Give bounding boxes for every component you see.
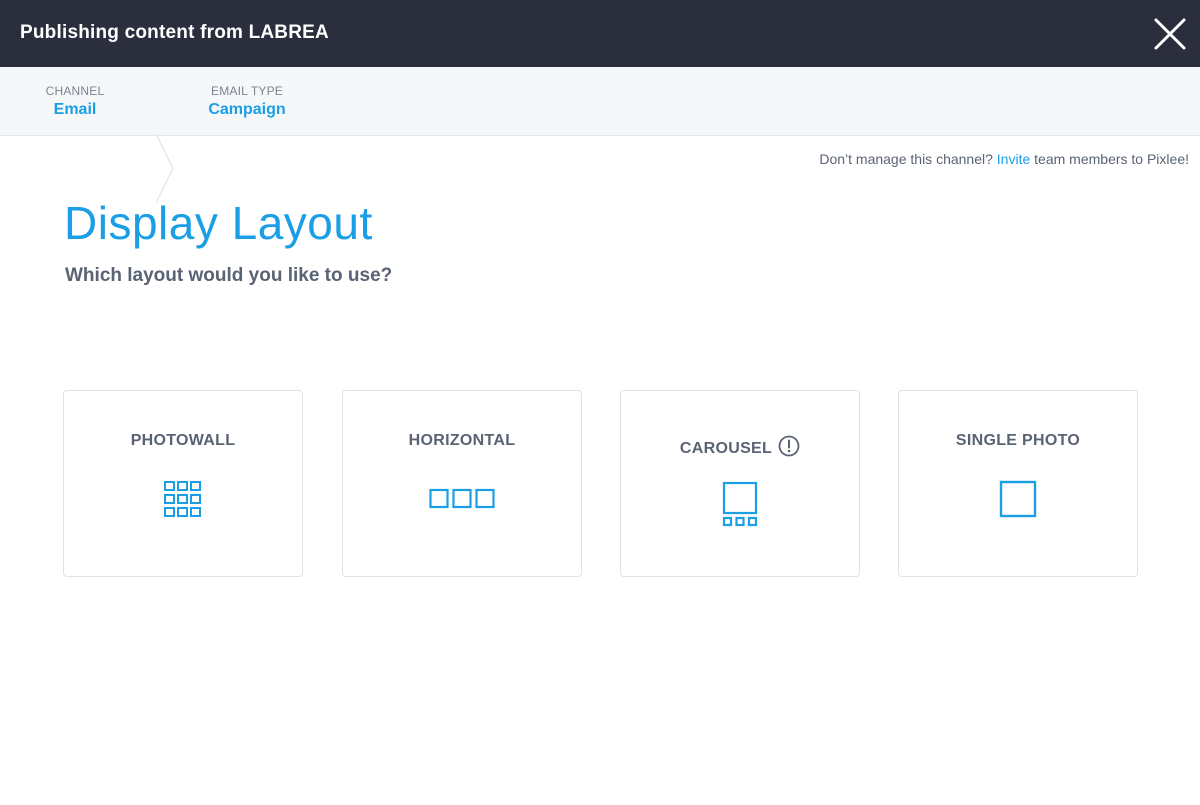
breadcrumb: CHANNEL Email EMAIL TYPE Campaign bbox=[0, 67, 1200, 203]
close-button[interactable] bbox=[1152, 16, 1188, 52]
top-bar: Publishing content from LABREA bbox=[0, 0, 1200, 67]
layout-card-carousel[interactable]: CAROUSEL bbox=[620, 390, 860, 577]
carousel-icon bbox=[722, 481, 758, 527]
layout-card-title: HORIZONTAL bbox=[408, 432, 516, 449]
layout-card-title: CAROUSEL bbox=[679, 440, 773, 457]
layout-card-single-photo[interactable]: SINGLE PHOTO bbox=[898, 390, 1138, 577]
breadcrumb-email-type[interactable]: EMAIL TYPE Campaign bbox=[192, 84, 302, 119]
invite-prefix: Don’t manage this channel? bbox=[819, 151, 993, 167]
layout-card-photowall[interactable]: PHOTOWALL bbox=[63, 390, 303, 577]
layout-card-title: PHOTOWALL bbox=[130, 432, 236, 449]
single-photo-icon bbox=[999, 480, 1037, 518]
layout-card-title: SINGLE PHOTO bbox=[955, 432, 1081, 449]
close-icon bbox=[1154, 18, 1186, 50]
breadcrumb-email-type-value: Campaign bbox=[208, 101, 286, 118]
layout-card-title-row: CAROUSEL bbox=[621, 435, 859, 458]
section-title: Display Layout bbox=[64, 197, 373, 249]
breadcrumb-separator-icon bbox=[155, 134, 174, 203]
section-subtitle: Which layout would you like to use? bbox=[65, 265, 393, 286]
horizontal-row-icon bbox=[429, 488, 495, 509]
layout-card-horizontal[interactable]: HORIZONTAL bbox=[342, 390, 582, 577]
breadcrumb-channel-value: Email bbox=[53, 101, 97, 118]
breadcrumb-channel-label: CHANNEL bbox=[45, 84, 105, 98]
breadcrumb-email-type-label: EMAIL TYPE bbox=[210, 84, 284, 98]
photowall-grid-icon bbox=[164, 481, 201, 517]
invite-suffix: team members to Pixlee! bbox=[1034, 151, 1189, 167]
invite-notice: Don’t manage this channel? Invite team m… bbox=[819, 151, 1189, 167]
breadcrumb-channel[interactable]: CHANNEL Email bbox=[30, 84, 120, 119]
info-circle-icon[interactable] bbox=[778, 435, 800, 457]
invite-link[interactable]: Invite bbox=[997, 151, 1030, 167]
page-title: Publishing content from LABREA bbox=[20, 22, 329, 43]
